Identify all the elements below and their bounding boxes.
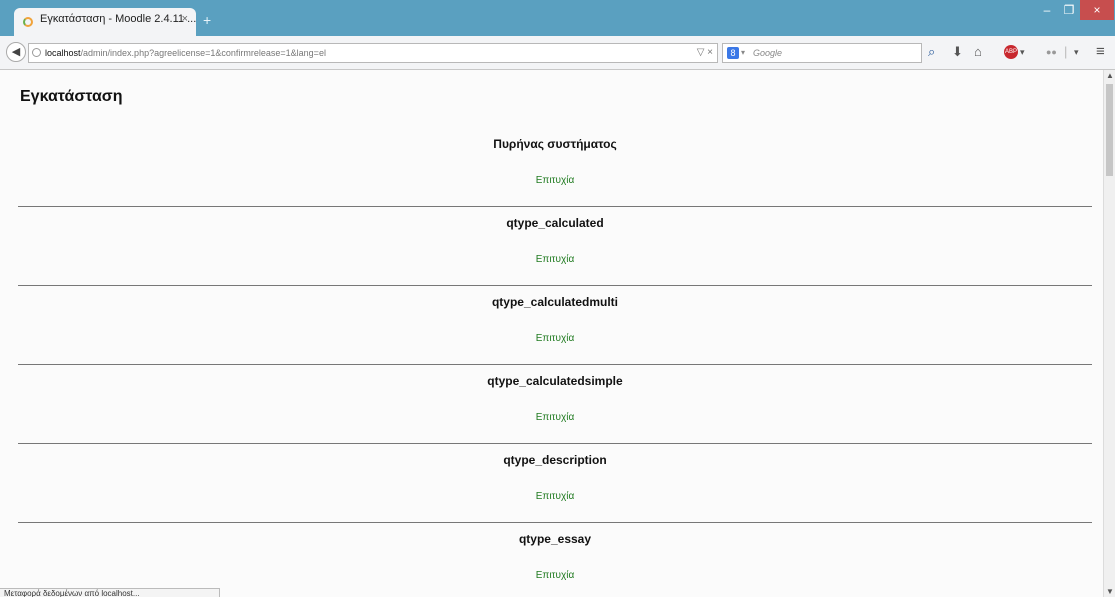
- section-heading: qtype_essay: [518, 532, 592, 546]
- success-status: Επιτυχία: [535, 333, 575, 344]
- home-icon[interactable]: ⌂: [974, 45, 982, 59]
- scroll-thumb[interactable]: [1106, 84, 1113, 176]
- section-heading: Πυρήνας συστήματος: [493, 137, 617, 151]
- section-heading: qtype_calculatedsimple: [487, 374, 623, 388]
- google-icon[interactable]: 8: [727, 47, 739, 59]
- url-bar-tools[interactable]: ▽ ×: [697, 44, 713, 62]
- install-section: qtype_calculated Επιτυχία: [18, 207, 1092, 286]
- install-sections: Πυρήνας συστήματος Επιτυχία qtype_calcul…: [18, 128, 1092, 597]
- close-window-button[interactable]: ×: [1080, 0, 1114, 20]
- vertical-scrollbar[interactable]: ▲ ▼: [1103, 70, 1115, 597]
- install-section: qtype_description Επιτυχία: [18, 444, 1092, 523]
- status-bar: Μεταφορά δεδομένων από localhost...: [0, 588, 220, 597]
- install-section: qtype_calculatedsimple Επιτυχία: [18, 365, 1092, 444]
- url-path: /admin/index.php?agreelicense=1&confirmr…: [80, 48, 326, 58]
- success-status: Επιτυχία: [535, 570, 575, 581]
- search-placeholder: Google: [753, 48, 783, 58]
- menu-icon[interactable]: ≡: [1096, 44, 1105, 59]
- browser-tab[interactable]: Εγκατάσταση - Moodle 2.4.11 ... ×: [14, 8, 196, 36]
- title-bar: Εγκατάσταση - Moodle 2.4.11 ... × + – ❐ …: [0, 0, 1115, 36]
- address-bar[interactable]: localhost/admin/index.php?agreelicense=1…: [28, 43, 718, 63]
- success-status: Επιτυχία: [535, 175, 575, 186]
- tab-title: Εγκατάσταση - Moodle 2.4.11 ...: [40, 13, 196, 25]
- navigation-bar: ◀ localhost/admin/index.php?agreelicense…: [0, 36, 1115, 70]
- section-heading: qtype_description: [503, 453, 607, 467]
- search-engine-dropdown-icon[interactable]: ▾: [741, 44, 745, 62]
- install-section: qtype_essay Επιτυχία: [18, 523, 1092, 597]
- page-content: Εγκατάσταση Πυρήνας συστήματος Επιτυχία …: [0, 70, 1103, 597]
- section-heading: qtype_calculatedmulti: [491, 295, 619, 309]
- install-section: Πυρήνας συστήματος Επιτυχία: [18, 128, 1092, 207]
- scroll-up-icon[interactable]: ▲: [1106, 71, 1114, 80]
- extension-dropdown-icon[interactable]: ▾: [1074, 45, 1079, 59]
- adblock-icon[interactable]: ABP: [1004, 45, 1018, 59]
- success-status: Επιτυχία: [535, 254, 575, 265]
- toolbar-separator: |: [1064, 44, 1068, 59]
- success-status: Επιτυχία: [535, 412, 575, 423]
- adblock-dropdown-icon[interactable]: ▾: [1020, 45, 1025, 59]
- back-icon: ◀: [11, 46, 21, 58]
- back-button[interactable]: ◀: [6, 42, 26, 62]
- tab-close-icon[interactable]: ×: [182, 13, 188, 25]
- download-icon[interactable]: ⬇: [952, 45, 963, 59]
- page-title: Εγκατάσταση: [20, 88, 123, 105]
- search-bar[interactable]: 8 ▾ Google: [722, 43, 922, 63]
- success-status: Επιτυχία: [535, 491, 575, 502]
- minimize-button[interactable]: –: [1036, 0, 1058, 20]
- globe-icon: [32, 48, 41, 57]
- scroll-down-icon[interactable]: ▼: [1106, 587, 1114, 596]
- search-icon[interactable]: ⌕: [928, 45, 935, 59]
- install-section: qtype_calculatedmulti Επιτυχία: [18, 286, 1092, 365]
- moodle-loading-icon: [23, 17, 33, 27]
- extension-icon[interactable]: ●●: [1046, 45, 1057, 59]
- section-heading: qtype_calculated: [506, 216, 604, 230]
- url-host: localhost: [45, 48, 81, 58]
- maximize-button[interactable]: ❐: [1058, 0, 1080, 20]
- new-tab-button[interactable]: +: [203, 12, 211, 28]
